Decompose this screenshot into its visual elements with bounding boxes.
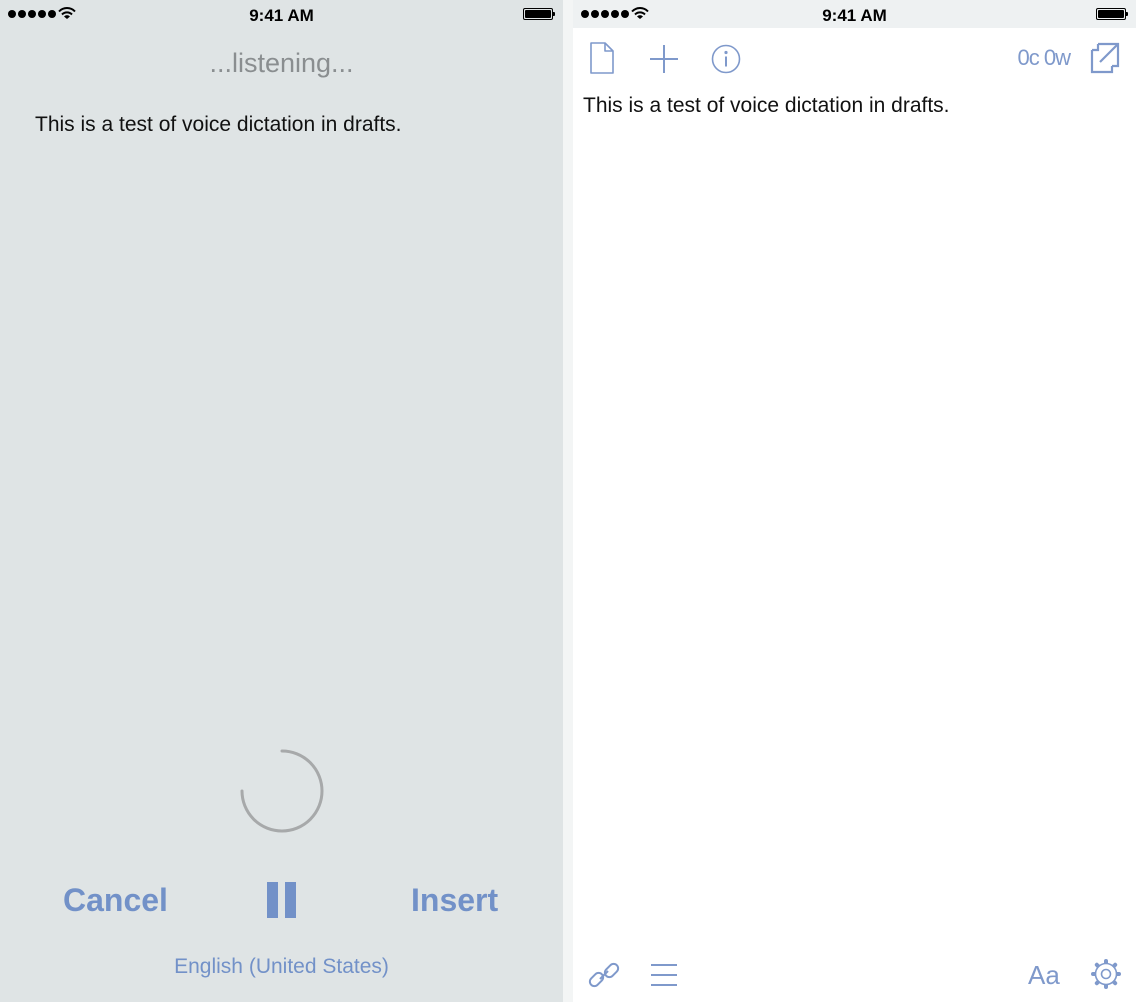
dictation-screen: 9:41 AM ...listening... This is a test o… [0,0,563,1002]
listening-label: ...listening... [209,48,354,78]
status-time: 9:41 AM [822,6,887,25]
language-selector[interactable]: English (United States) [0,955,563,979]
expand-icon[interactable] [1090,42,1120,74]
status-bar: 9:41 AM [573,0,1136,28]
character-word-count[interactable]: 0c 0w [1003,45,1071,71]
gear-icon[interactable] [1090,958,1122,990]
status-bar: 9:41 AM [0,0,563,28]
dictated-text: This is a test of voice dictation in dra… [35,113,402,136]
cancel-button[interactable]: Cancel [63,880,168,920]
screen-divider [563,0,573,1002]
status-time: 9:41 AM [249,6,314,25]
new-draft-icon[interactable] [589,41,615,75]
spinner-icon [240,749,324,833]
info-icon[interactable] [710,43,742,75]
battery-icon [523,8,555,20]
draft-text[interactable]: This is a test of voice dictation in dra… [583,94,950,118]
menu-icon[interactable] [649,960,679,990]
pause-button[interactable] [265,880,299,920]
pause-bar-right [285,882,296,918]
link-icon[interactable] [587,958,621,992]
battery-icon [1096,8,1128,20]
pause-bar-left [267,882,278,918]
add-icon[interactable] [648,43,680,75]
insert-button[interactable]: Insert [411,880,498,920]
font-settings-button[interactable]: Aa [1028,960,1060,991]
editor-screen: 9:41 AM 0c 0w This is a test of voice di… [573,0,1136,1002]
